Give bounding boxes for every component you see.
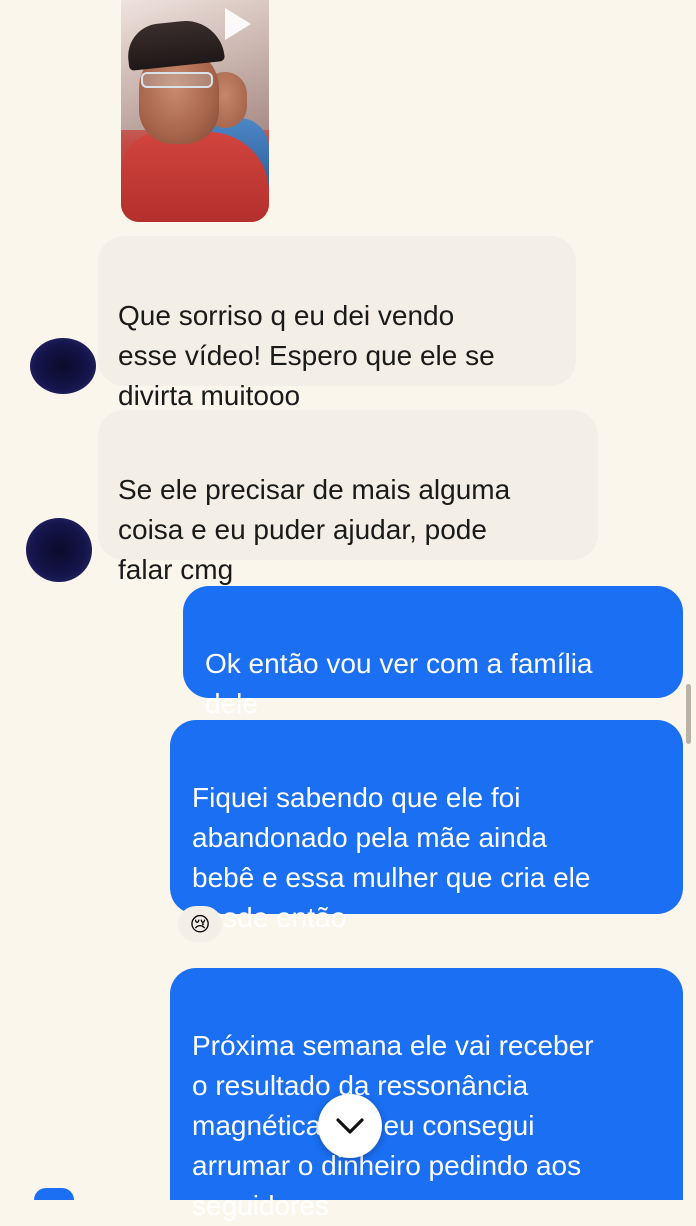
sender-avatar[interactable]	[30, 338, 96, 394]
reaction-badge[interactable]: 😢	[178, 906, 222, 942]
message-bubble-outgoing[interactable]: Próxima semana ele vai receber o resulta…	[170, 968, 683, 1221]
message-text: Fiquei sabendo que ele foi abandonado pe…	[192, 782, 591, 933]
video-thumbnail[interactable]	[121, 0, 269, 222]
scrollbar[interactable]	[686, 684, 691, 744]
sender-avatar[interactable]	[26, 518, 92, 582]
message-bubble-incoming[interactable]: Se ele precisar de mais alguma coisa e e…	[98, 410, 598, 585]
chevron-down-icon	[336, 1118, 364, 1134]
crying-face-emoji: 😢	[189, 913, 211, 936]
message-bubble-outgoing[interactable]: Ok então vou ver com a família dele	[183, 586, 683, 719]
partial-bubble-edge	[34, 1188, 74, 1200]
thumbnail-glasses	[141, 72, 213, 88]
message-bubble-outgoing[interactable]: Fiquei sabendo que ele foi abandonado pe…	[170, 720, 683, 933]
message-text: Ok então vou ver com a família dele	[205, 648, 593, 719]
play-icon[interactable]	[225, 8, 251, 40]
message-bubble-incoming[interactable]: Que sorriso q eu dei vendo esse vídeo! E…	[98, 236, 576, 411]
message-text: Se ele precisar de mais alguma coisa e e…	[118, 474, 511, 585]
scroll-to-bottom-button[interactable]	[318, 1094, 382, 1158]
message-text: Próxima semana ele vai receber o resulta…	[192, 1030, 594, 1221]
message-text: Que sorriso q eu dei vendo esse vídeo! E…	[118, 300, 495, 411]
thumbnail-shirt	[121, 132, 269, 222]
